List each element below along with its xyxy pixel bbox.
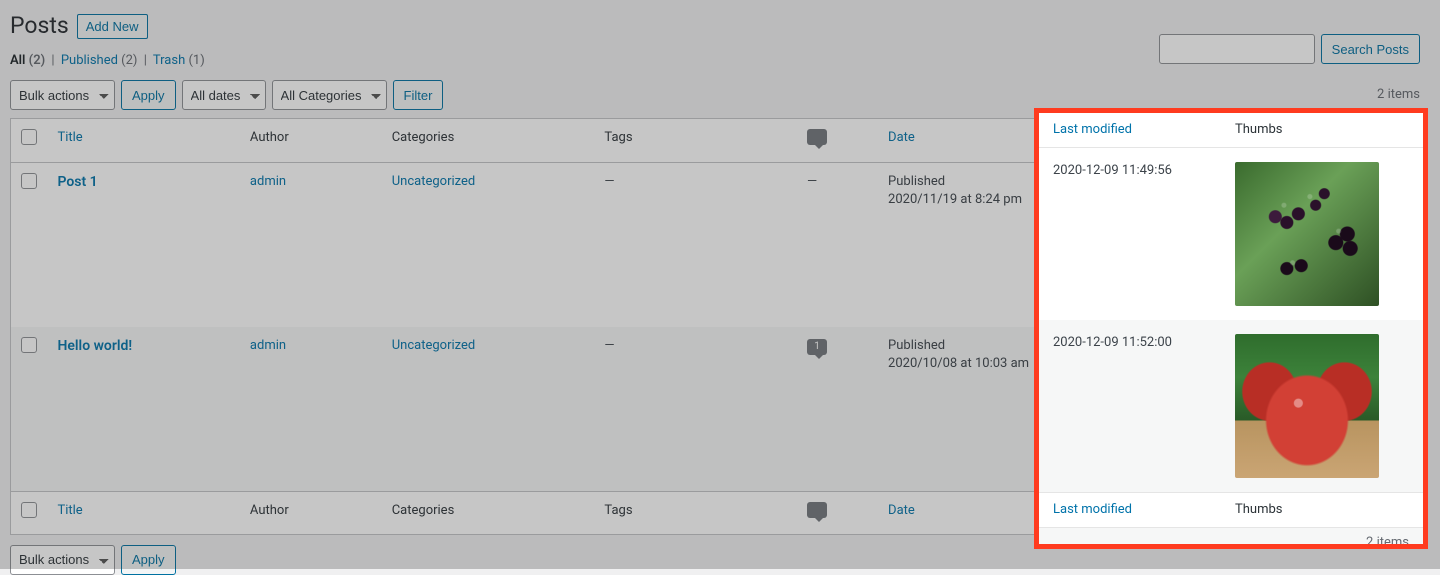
table-row: Post 1 admin Uncategorized — — Published2020/… — [11, 162, 1420, 327]
last-modified-cell: 2020-12-09 11:52:00 — [1070, 327, 1252, 492]
col-comments — [797, 119, 878, 162]
author-link[interactable]: admin — [250, 174, 286, 189]
page-title: Posts — [10, 10, 69, 42]
col-last-modified-foot[interactable]: Last modified — [1080, 503, 1159, 518]
tags-cell: — — [594, 327, 797, 492]
bottom-toolbar: Bulk actions Apply — [10, 545, 1420, 575]
col-author: Author — [240, 119, 382, 162]
comment-icon — [807, 502, 827, 518]
comment-icon — [807, 129, 827, 145]
col-author-foot: Author — [240, 491, 382, 534]
col-thumbs: Thumbs — [1253, 119, 1420, 162]
bulk-actions-select-bottom[interactable]: Bulk actions — [10, 545, 115, 575]
filter-trash[interactable]: Trash (1) — [153, 53, 205, 68]
col-thumbs-foot: Thumbs — [1253, 491, 1420, 534]
col-title[interactable]: Title — [57, 130, 82, 145]
filter-all[interactable]: All (2) — [10, 53, 45, 68]
tags-cell: — — [594, 162, 797, 327]
comment-count-bubble[interactable]: 1 — [807, 339, 827, 355]
col-last-modified[interactable]: Last modified — [1080, 130, 1159, 145]
search-area: Search Posts — [1159, 34, 1420, 64]
search-posts-button[interactable]: Search Posts — [1321, 34, 1420, 64]
col-title-foot[interactable]: Title — [57, 503, 82, 518]
row-checkbox[interactable] — [21, 173, 37, 189]
author-link[interactable]: admin — [250, 338, 286, 353]
col-date[interactable]: Date — [888, 130, 915, 145]
col-date-foot[interactable]: Date — [888, 503, 915, 518]
col-categories: Categories — [382, 119, 595, 162]
row-checkbox[interactable] — [21, 337, 37, 353]
posts-table: Title Author Categories Tags Date Last m… — [10, 118, 1420, 534]
table-row: Hello world! admin Uncategorized — 1 Publishe… — [11, 327, 1420, 492]
select-all-top[interactable] — [21, 129, 37, 145]
category-link[interactable]: Uncategorized — [392, 174, 475, 189]
date-cell: Published2020/10/08 at 10:03 am — [878, 327, 1070, 492]
dates-select[interactable]: All dates — [182, 80, 266, 110]
col-tags-foot: Tags — [594, 491, 797, 534]
filter-button[interactable]: Filter — [393, 80, 444, 110]
thumbnail-image — [1263, 173, 1407, 317]
col-comments-foot — [797, 491, 878, 534]
col-categories-foot: Categories — [382, 491, 595, 534]
posts-page: Posts Add New All (2) | Published (2) | … — [0, 0, 1440, 575]
top-toolbar: Bulk actions Apply All dates All Categor… — [10, 80, 1420, 110]
add-new-button[interactable]: Add New — [77, 14, 148, 39]
filter-published[interactable]: Published (2) — [61, 53, 138, 68]
post-title-link[interactable]: Hello world! — [57, 338, 132, 354]
col-tags: Tags — [594, 119, 797, 162]
select-all-bottom[interactable] — [21, 502, 37, 518]
category-link[interactable]: Uncategorized — [392, 338, 475, 353]
date-cell: Published2020/11/19 at 8:24 pm — [878, 162, 1070, 327]
categories-select[interactable]: All Categories — [272, 80, 387, 110]
last-modified-cell: 2020-12-09 11:49:56 — [1070, 162, 1252, 327]
apply-button-top[interactable]: Apply — [121, 80, 176, 110]
no-comments: — — [807, 174, 817, 189]
bulk-actions-select[interactable]: Bulk actions — [10, 80, 115, 110]
post-title-link[interactable]: Post 1 — [57, 174, 97, 190]
apply-button-bottom[interactable]: Apply — [121, 545, 176, 575]
items-count-top: 2 items — [1377, 86, 1420, 104]
search-input[interactable] — [1159, 34, 1315, 64]
thumbnail-image — [1263, 337, 1407, 481]
